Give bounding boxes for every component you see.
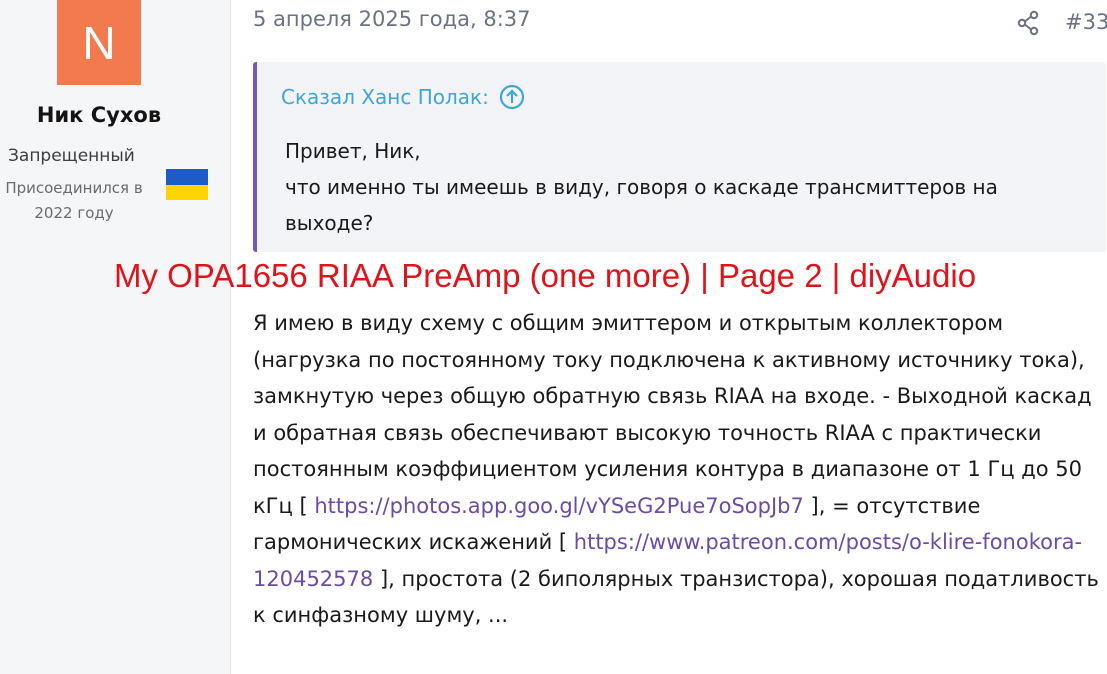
user-sidebar: N Ник Сухов Запрещенный Присоединился в … xyxy=(0,0,231,674)
overlay-page-title: My OPA1656 RIAA PreAmp (one more) | Page… xyxy=(113,257,977,294)
quote-block: Сказал Ханс Полак: Привет, Ник, что имен… xyxy=(253,62,1106,252)
ukraine-flag-icon xyxy=(166,169,208,200)
quote-attribution-link[interactable]: Сказал Ханс Полак: xyxy=(281,84,525,110)
user-title: Запрещенный xyxy=(8,146,135,166)
quote-line-1: Привет, Ник, xyxy=(285,139,421,163)
quote-text: Привет, Ник, что именно ты имеешь в виду… xyxy=(285,133,1085,241)
photos-link[interactable]: https://photos.app.goo.gl/vYSeG2Pue7oSop… xyxy=(314,494,804,518)
message-body: Я имею в виду схему с общим эмиттером и … xyxy=(253,305,1105,634)
share-icon[interactable] xyxy=(1016,10,1040,36)
avatar[interactable]: N xyxy=(57,0,141,85)
joined-info: Присоединился в 2022 году xyxy=(0,176,148,226)
post-date[interactable]: 5 апреля 2025 года, 8:37 xyxy=(253,7,531,31)
username-link[interactable]: Ник Сухов xyxy=(0,103,198,127)
message-text-3: ], простота (2 биполярных транзистора), … xyxy=(253,566,1099,628)
joined-line-2: 2022 году xyxy=(34,204,114,222)
message-text-1: Я имею в виду схему с общим эмиттером и … xyxy=(253,311,1092,518)
post-number-link[interactable]: #33 xyxy=(1065,10,1107,34)
joined-line-1: Присоединился в xyxy=(5,179,143,197)
quote-line-2: что именно ты имеешь в виду, говоря о ка… xyxy=(285,175,998,235)
arrow-up-circle-icon[interactable] xyxy=(499,84,525,110)
quote-attribution: Сказал Ханс Полак: xyxy=(281,85,489,109)
avatar-letter: N xyxy=(82,16,116,69)
